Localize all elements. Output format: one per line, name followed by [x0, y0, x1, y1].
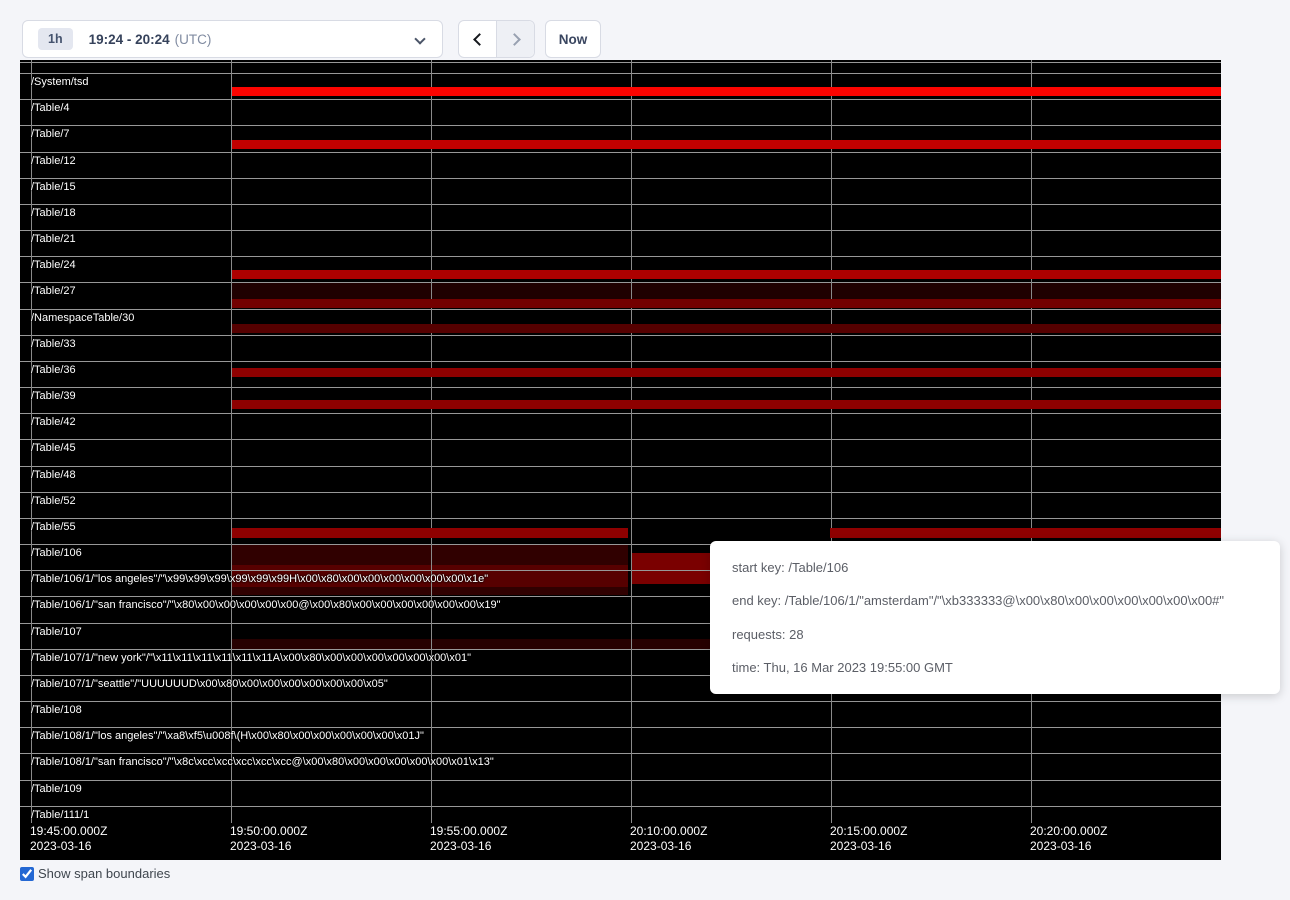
span-boundary-line	[20, 309, 1221, 310]
tooltip-requests: requests: 28	[732, 627, 1258, 642]
heatmap-tooltip: start key: /Table/106 end key: /Table/10…	[710, 541, 1280, 694]
row-key-label: /Table/107	[31, 626, 82, 638]
row-key-label: /Table/52	[31, 495, 76, 507]
heatmap-band[interactable]	[232, 528, 628, 538]
span-boundary-line	[20, 73, 1221, 74]
chevron-down-icon	[414, 33, 425, 44]
time-range-text: 19:24 - 20:24	[89, 32, 170, 47]
heatmap-band[interactable]	[232, 400, 1221, 409]
time-range-badge: 1h	[38, 28, 73, 50]
heatmap-band[interactable]	[830, 528, 1221, 538]
time-nav-group	[458, 20, 535, 58]
heatmap-band[interactable]	[232, 87, 1221, 96]
footer: Show span boundaries	[20, 866, 170, 881]
row-key-label: /Table/108/1/"san francisco"/"\x8c\xcc\x…	[31, 756, 494, 768]
row-key-label: /Table/55	[31, 521, 76, 533]
row-key-label: /System/tsd	[31, 76, 88, 88]
heatmap-band[interactable]	[232, 140, 1221, 149]
span-boundary-line	[20, 335, 1221, 336]
row-key-label: /Table/107/1/"new york"/"\x11\x11\x11\x1…	[31, 652, 471, 664]
x-axis-tick-label: 19:55:00.000Z 2023-03-16	[430, 824, 507, 854]
row-key-label: /Table/106/1/"san francisco"/"\x80\x00\x…	[31, 599, 501, 611]
span-boundary-line	[20, 727, 1221, 728]
span-boundary-line	[20, 518, 1221, 519]
span-boundary-line	[20, 361, 1221, 362]
span-boundary-line	[20, 152, 1221, 153]
x-axis-tick-label: 20:10:00.000Z 2023-03-16	[630, 824, 707, 854]
row-key-label: /Table/24	[31, 259, 76, 271]
span-boundary-line	[20, 282, 1221, 283]
span-boundary-line	[20, 701, 1221, 702]
row-key-label: /Table/12	[31, 155, 76, 167]
now-button[interactable]: Now	[545, 20, 601, 58]
row-key-label: /Table/33	[31, 338, 76, 350]
span-boundary-line	[20, 99, 1221, 100]
next-time-button-disabled[interactable]	[497, 21, 534, 57]
row-key-label: /Table/21	[31, 233, 76, 245]
tooltip-time: time: Thu, 16 Mar 2023 19:55:00 GMT	[732, 660, 1258, 675]
time-gridline	[631, 60, 632, 823]
time-gridline	[831, 60, 832, 823]
span-boundary-line	[20, 753, 1221, 754]
span-boundary-line	[20, 178, 1221, 179]
span-boundary-line	[20, 492, 1221, 493]
row-key-label: /Table/45	[31, 442, 76, 454]
tooltip-end-key: end key: /Table/106/1/"amsterdam"/"\xb33…	[732, 593, 1258, 608]
row-key-label: /Table/107/1/"seattle"/"UUUUUUD\x00\x80\…	[31, 678, 388, 690]
row-key-label: /Table/109	[31, 783, 82, 795]
heatmap-band[interactable]	[232, 324, 1221, 333]
heatmap-band[interactable]	[232, 368, 1221, 377]
show-span-boundaries-checkbox[interactable]	[20, 867, 34, 881]
row-key-label: /Table/108	[31, 704, 82, 716]
key-visualizer-heatmap[interactable]: /System/tsd/Table/4/Table/7/Table/12/Tab…	[20, 60, 1221, 860]
row-key-label: /Table/42	[31, 416, 76, 428]
time-gridline	[431, 60, 432, 823]
x-axis-tick-label: 20:20:00.000Z 2023-03-16	[1030, 824, 1107, 854]
span-boundary-line	[20, 413, 1221, 414]
span-boundary-line	[20, 466, 1221, 467]
span-boundary-line	[20, 780, 1221, 781]
row-key-label: /Table/27	[31, 285, 76, 297]
span-boundary-line	[20, 204, 1221, 205]
prev-time-button[interactable]	[459, 21, 497, 57]
row-key-label: /Table/18	[31, 207, 76, 219]
chevron-right-icon	[508, 33, 521, 46]
span-boundary-line	[20, 62, 1221, 63]
row-key-label: /NamespaceTable/30	[31, 312, 134, 324]
show-span-boundaries-label: Show span boundaries	[38, 866, 170, 881]
row-key-label: /Table/15	[31, 181, 76, 193]
row-key-label: /Table/108/1/"los angeles"/"\xa8\xf5\u00…	[31, 730, 424, 742]
chevron-left-icon	[473, 33, 486, 46]
toolbar: 1h 19:24 - 20:24 (UTC) Now	[0, 0, 1290, 60]
row-key-label: /Table/39	[31, 390, 76, 402]
time-gridline	[231, 60, 232, 823]
row-key-label: /Table/48	[31, 469, 76, 481]
heatmap-band[interactable]	[232, 299, 1221, 308]
span-boundary-line	[20, 387, 1221, 388]
span-boundary-line	[20, 806, 1221, 807]
x-axis-tick-label: 20:15:00.000Z 2023-03-16	[830, 824, 907, 854]
time-gridline	[1031, 60, 1032, 823]
tooltip-start-key: start key: /Table/106	[732, 560, 1258, 575]
row-key-label: /Table/106/1/"los angeles"/"\x99\x99\x99…	[31, 573, 488, 585]
x-axis-tick-label: 19:50:00.000Z 2023-03-16	[230, 824, 307, 854]
time-range-suffix: (UTC)	[175, 32, 212, 47]
span-boundary-line	[20, 125, 1221, 126]
row-key-label: /Table/7	[31, 128, 70, 140]
span-boundary-line	[20, 230, 1221, 231]
row-key-label: /Table/106	[31, 547, 82, 559]
x-axis-tick-label: 19:45:00.000Z 2023-03-16	[30, 824, 107, 854]
span-boundary-line	[20, 439, 1221, 440]
span-boundary-line	[20, 256, 1221, 257]
time-range-selector[interactable]: 1h 19:24 - 20:24 (UTC)	[22, 20, 443, 58]
row-key-label: /Table/36	[31, 364, 76, 376]
row-key-label: /Table/4	[31, 102, 70, 114]
heatmap-band[interactable]	[232, 270, 1221, 279]
row-key-label: /Table/111/1	[31, 809, 89, 821]
